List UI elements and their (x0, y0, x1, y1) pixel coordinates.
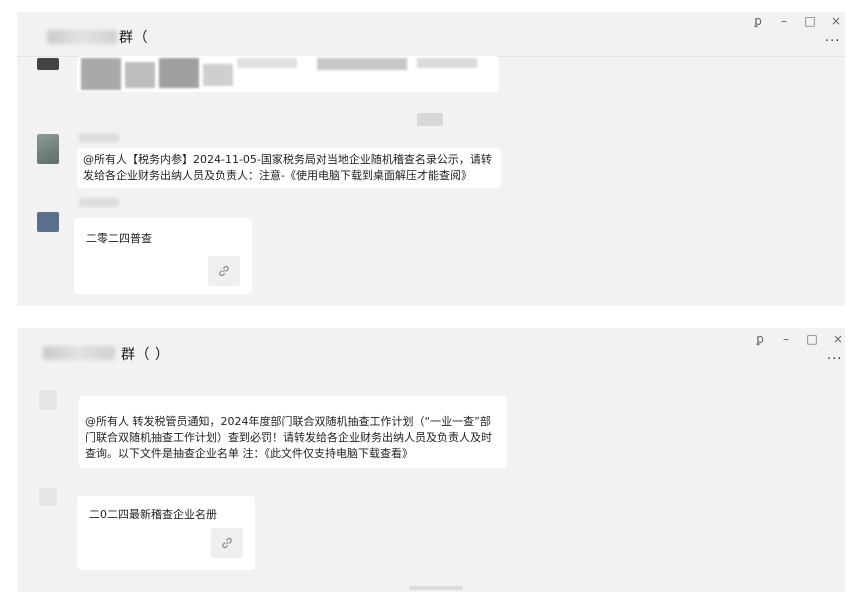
card-title: 二0二四最新稽查企业名册 (89, 508, 217, 521)
maximize-button[interactable]: □ (797, 14, 823, 28)
message-bubble: @所有人【税务内参】2024-11-05-国家税务局对当地企业随机稽查名录公示，… (77, 148, 501, 188)
chat-title: 群（ ） (121, 347, 170, 363)
group-name-redacted (43, 346, 115, 360)
avatar[interactable] (39, 390, 57, 410)
pin-icon[interactable]: ꝑ (747, 332, 773, 346)
minimize-button[interactable]: – (773, 332, 799, 346)
message-bubble-redacted (77, 56, 499, 92)
card-title: 二零二四普查 (86, 232, 152, 245)
close-button[interactable]: × (823, 14, 845, 28)
link-card[interactable]: 二0二四最新稽查企业名册 (77, 496, 255, 570)
minimize-button[interactable]: – (771, 14, 797, 28)
message-bubble: @所有人 转发税管员通知，2024年度部门联合双随机抽查工作计划（“一业一查”部… (79, 396, 507, 468)
avatar[interactable] (39, 488, 57, 506)
link-icon[interactable] (208, 256, 240, 286)
timestamp-chip (417, 113, 443, 126)
link-icon[interactable] (211, 528, 243, 558)
chat-window-2: 群（ ） ꝑ – □ × ··· @所有人 转发税管员通知，2024年度部门联合… (17, 328, 845, 592)
sender-name-redacted (79, 198, 119, 207)
more-icon[interactable]: ··· (827, 352, 842, 367)
link-card[interactable]: 二零二四普查 (74, 218, 252, 294)
scroll-indicator[interactable] (409, 586, 463, 590)
window-controls: ꝑ – □ × (747, 332, 845, 346)
close-button[interactable]: × (825, 332, 845, 346)
group-name-redacted (47, 30, 117, 44)
window-controls: ꝑ – □ × (745, 14, 845, 28)
maximize-button[interactable]: □ (799, 332, 825, 346)
more-icon[interactable]: ··· (825, 34, 840, 49)
avatar[interactable] (37, 134, 59, 164)
sender-name-redacted (79, 133, 119, 142)
avatar[interactable] (37, 212, 59, 232)
chat-window-1: 群（ ꝑ – □ × ··· @所有人【税务内参】2024-11-05-国家税务… (17, 12, 845, 306)
pin-icon[interactable]: ꝑ (745, 14, 771, 28)
chat-title: 群（ (119, 30, 148, 46)
avatar[interactable] (37, 58, 59, 70)
